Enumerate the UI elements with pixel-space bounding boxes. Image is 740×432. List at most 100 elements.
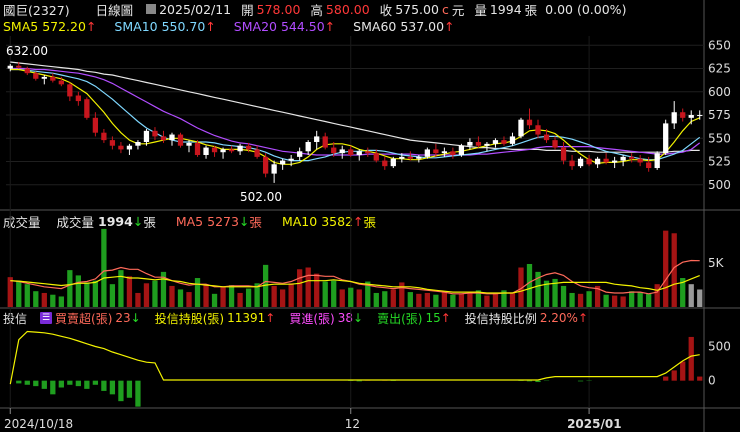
volume-bar [75,275,81,307]
candle-body [280,160,286,165]
y-tick-label: 500 [708,178,731,192]
candle-body [680,112,686,118]
candle-body [620,156,626,161]
candle-body [203,147,209,156]
low-annotation: 502.00 [240,190,282,204]
candle-body [356,151,362,156]
candle-body [552,140,558,148]
volume-bar [41,292,47,307]
candle-body [41,76,47,79]
volume-bar [467,292,473,307]
volume-bar [356,289,362,307]
candle-body [441,151,448,154]
volume-bar [450,294,456,307]
candle-body [254,149,260,157]
y-tick-label: 600 [708,85,731,99]
volume-bar [611,295,618,307]
inst-net-bar [84,380,90,389]
inst-net-bar [671,370,677,381]
inst-net-bar [526,380,533,382]
candle-body [339,149,345,154]
candle-body [118,145,124,150]
candle-body [611,160,618,163]
candle-body [390,158,396,167]
candle-body [262,156,269,174]
candle-body [373,153,379,161]
candle-body [109,140,116,146]
y-tick-label: 550 [708,131,731,145]
inst-net-bar [535,380,541,383]
volume-bar [109,284,116,307]
candle-body [509,136,516,144]
volume-bar [322,281,328,307]
inst-tick-label: 500 [708,340,731,354]
volume-bar [177,289,184,307]
candle-body [365,151,371,154]
candle-body [220,149,226,153]
inst-net-bar [135,380,141,407]
x-tick-label: 2025/01 [567,417,621,431]
volume-bar [186,292,192,307]
candle-body [433,149,439,154]
candle-body [143,130,150,142]
candle-body [450,151,456,156]
volume-bar [152,280,158,307]
volume-bar [560,285,567,307]
candle-body [177,134,184,146]
volume-bar [203,284,209,307]
candle-body [586,158,592,165]
volume-bar [373,292,379,307]
volume-bar [603,294,609,307]
candle-body [58,80,64,85]
candle-body [228,149,235,152]
candle-body [67,84,73,97]
candle-body [671,112,677,124]
y-tick-label: 575 [708,108,731,122]
candle-body [501,140,507,144]
candle-body [348,149,354,156]
volume-bar [407,292,413,307]
candle-body [331,147,337,154]
x-tick-label: 2024/10/18 [4,417,73,431]
candle-body [305,141,311,152]
y-tick-label: 650 [708,38,731,52]
volume-bar [484,295,490,307]
candle-body [322,136,328,148]
volume-bar [297,269,303,307]
volume-bar [348,287,354,307]
volume-bar [194,278,201,307]
volume-bar [382,291,388,307]
candle-body [535,125,541,135]
candle-body [526,119,533,126]
volume-bar [237,292,243,307]
volume-bar [67,270,73,307]
volume-bar [441,292,448,307]
inst-net-bar [101,380,107,391]
candle-body [194,142,201,156]
volume-bar [663,230,669,307]
inst-net-bar [663,376,669,381]
candle-body [24,68,30,74]
candle-body [416,156,422,159]
volume-bar [211,293,218,307]
volume-bar [16,280,22,307]
candle-body [152,130,158,137]
inst-net-bar [33,380,39,387]
candle-body [84,99,90,118]
candle-body [245,145,252,150]
candle-body [297,151,303,157]
volume-bar [637,292,643,307]
volume-bar [228,285,235,307]
stock-chart[interactable]: 650 625 600 575 550 525 500 2024/10/18 12 2025/01… [0,0,740,432]
volume-bar [50,294,56,307]
volume-bar [399,282,405,307]
x-tick-label: 12 [345,417,360,431]
volume-bar [629,291,635,307]
candle-body [637,158,643,163]
volume-bar [271,285,277,307]
candle-body [560,147,567,161]
volume-bar [245,288,252,307]
candle-body [475,141,482,146]
volume-bar [458,293,465,307]
inst-net-bar [688,336,694,381]
